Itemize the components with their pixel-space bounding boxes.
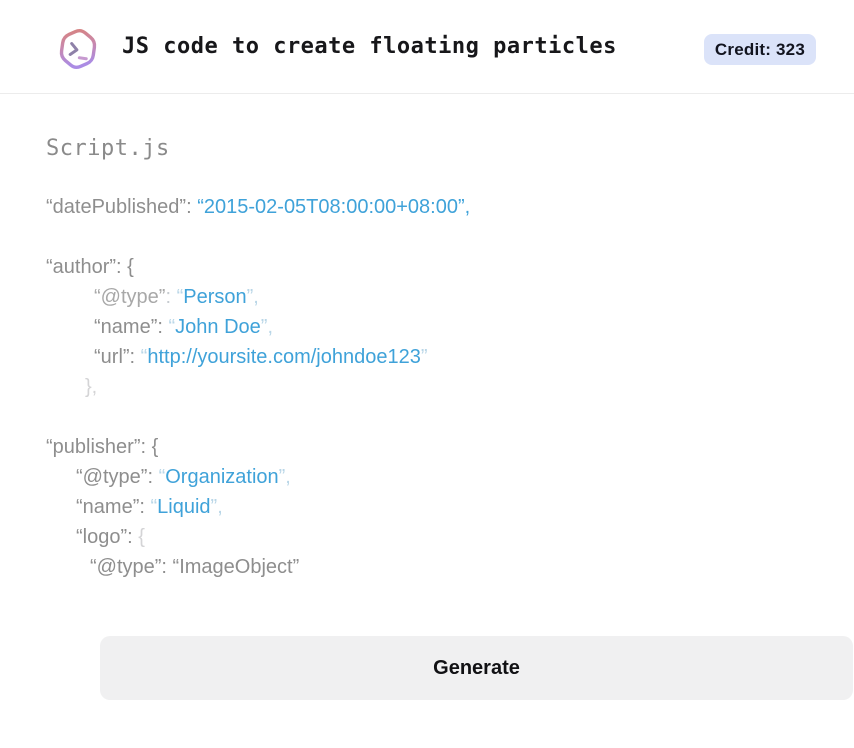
code-token: :: [127, 526, 139, 548]
code-line: “name”: “Liquid”,: [46, 492, 814, 522]
credit-badge: Credit: 323: [703, 34, 816, 65]
generate-button[interactable]: Generate: [100, 636, 853, 700]
code-token: },: [85, 376, 98, 398]
code-token: :: [186, 196, 198, 218]
code-token: http://yoursite.com/johndoe123: [147, 346, 421, 368]
code-token: “datePublished”: [46, 196, 187, 218]
code-line: “author”: {: [46, 252, 814, 282]
code-token: “logo”: [76, 526, 128, 548]
code-token: “2015-02-05T08:00:00+08:00”,: [197, 196, 471, 218]
code-token: ”,: [260, 316, 273, 338]
header: JS code to create floating particles Cre…: [0, 0, 854, 94]
code-token: ”,: [210, 496, 223, 518]
code-token: :: [129, 346, 141, 368]
code-token: :: [165, 286, 177, 308]
code-token: : {: [116, 256, 134, 278]
code-token: ”: [420, 346, 428, 368]
code-token: :: [147, 466, 159, 488]
page-title: JS code to create floating particles: [122, 34, 617, 59]
terminal-hexagon-icon: [56, 25, 100, 73]
code-line: “datePublished”: “2015-02-05T08:00:00+08…: [46, 192, 814, 222]
code-line: “url”: “http://yoursite.com/johndoe123”: [46, 342, 814, 372]
code-token: : {: [140, 436, 159, 458]
code-line: “publisher”: {: [46, 432, 814, 462]
code-line: “@type”: “Person”,: [46, 282, 814, 312]
code-token: Organization: [165, 466, 279, 488]
content: Script.js “datePublished”: “2015-02-05T0…: [0, 94, 854, 700]
code-token: “@type”: “ImageObject”: [90, 556, 300, 578]
code-line: “@type”: “ImageObject”: [46, 552, 814, 582]
code-block: “datePublished”: “2015-02-05T08:00:00+08…: [46, 192, 814, 582]
code-token: “author”: [46, 256, 117, 278]
code-token: “@type”: [76, 466, 148, 488]
code-token: “publisher”: [46, 436, 141, 458]
code-token: {: [138, 526, 145, 548]
code-token: ”,: [246, 286, 259, 308]
code-line: “name”: “John Doe”,: [46, 312, 814, 342]
code-token: “name”: [76, 496, 140, 518]
code-token: “url”: [94, 346, 130, 368]
page: JS code to create floating particles Cre…: [0, 0, 854, 700]
code-token: “name”: [94, 316, 158, 338]
file-title: Script.js: [46, 136, 170, 161]
code-token: ”,: [278, 466, 291, 488]
code-token: :: [157, 316, 169, 338]
code-token: “@type”: [94, 286, 166, 308]
code-token: John Doe: [175, 316, 261, 338]
code-line: },: [46, 372, 814, 402]
code-line: “logo”: {: [46, 522, 814, 552]
code-token: Liquid: [157, 496, 211, 518]
code-line: “@type”: “Organization”,: [46, 462, 814, 492]
code-token: :: [139, 496, 151, 518]
code-token: Person: [183, 286, 247, 308]
